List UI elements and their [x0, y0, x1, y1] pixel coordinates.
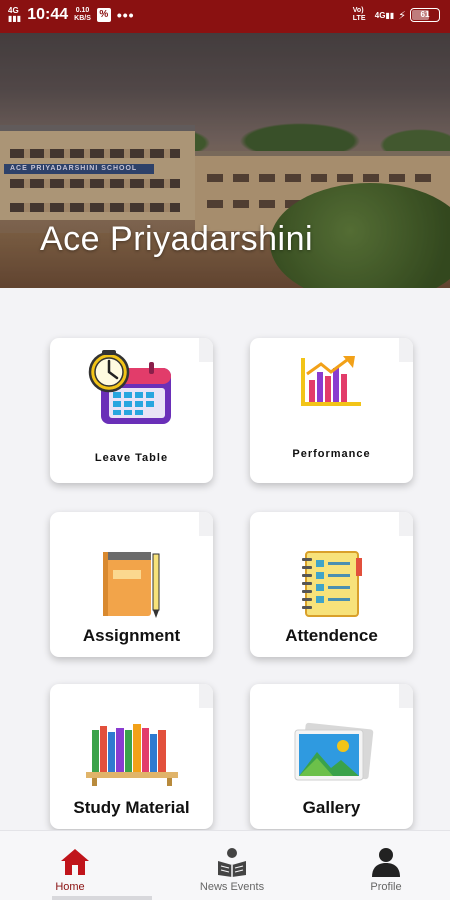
- nav-home-label: Home: [55, 881, 85, 893]
- charging-icon: ⚡: [398, 9, 406, 22]
- menu-item-label: Gallery: [302, 798, 361, 817]
- volte-indicator: Vo) LTE: [352, 7, 366, 22]
- study-material-card[interactable]: Study Material: [50, 684, 213, 829]
- bookshelf-icon: [85, 724, 178, 786]
- nav-home[interactable]: Home: [0, 831, 150, 900]
- battery-icon: 61: [410, 8, 440, 22]
- notebook-pencil-icon: [102, 552, 159, 618]
- home-icon: [61, 849, 89, 875]
- user-profile-icon: [372, 848, 400, 877]
- active-tab-indicator: [52, 896, 152, 900]
- gallery-card[interactable]: Gallery: [250, 684, 413, 829]
- menu-item-label: Attendence: [285, 626, 378, 645]
- menu-item-label: Study Material: [73, 798, 190, 817]
- nav-news-events[interactable]: News Events: [157, 831, 307, 900]
- bottom-navigation: Home News Events Profile: [0, 830, 450, 900]
- network-speed: 0.10 KB/S: [74, 7, 91, 22]
- menu-item-label: Performance: [292, 448, 371, 460]
- reader-news-icon: [218, 848, 246, 877]
- clock: 10:44: [27, 6, 69, 23]
- more-notifications-icon: •••: [116, 7, 135, 23]
- home-screen: 4G ▮▮▮ 10:44 0.10 KB/S % ••• Vo) LTE 4G▮▮ …: [0, 0, 450, 900]
- menu-item-label: Leave Table: [94, 452, 169, 464]
- nav-news-events-label: News Events: [199, 881, 265, 893]
- signal-icon: 4G▮▮: [374, 10, 395, 20]
- bar-chart-icon: [300, 356, 361, 406]
- status-bar: 4G ▮▮▮ 10:44 0.10 KB/S % ••• Vo) LTE 4G▮▮ …: [0, 0, 450, 33]
- app-notification-icon: %: [96, 8, 111, 22]
- checklist-notebook-icon: [301, 551, 362, 617]
- nav-profile[interactable]: Profile: [311, 831, 450, 900]
- performance-card[interactable]: Performance: [250, 338, 413, 483]
- calendar-clock-icon: [88, 350, 171, 424]
- assignment-card[interactable]: Assignment: [50, 512, 213, 657]
- menu-item-label: Assignment: [82, 626, 181, 645]
- photo-gallery-icon: [294, 722, 373, 781]
- school-name: Ace Priyadarshini: [40, 220, 314, 258]
- nav-profile-label: Profile: [370, 881, 402, 893]
- leave-table-card[interactable]: Leave Table: [50, 338, 213, 483]
- attendence-card[interactable]: Attendence: [250, 512, 413, 657]
- network-indicator: 4G ▮▮▮: [8, 6, 22, 23]
- school-banner: ACE PRIYADARSHINI SCHOOL Ace Priyadarshi…: [0, 33, 450, 288]
